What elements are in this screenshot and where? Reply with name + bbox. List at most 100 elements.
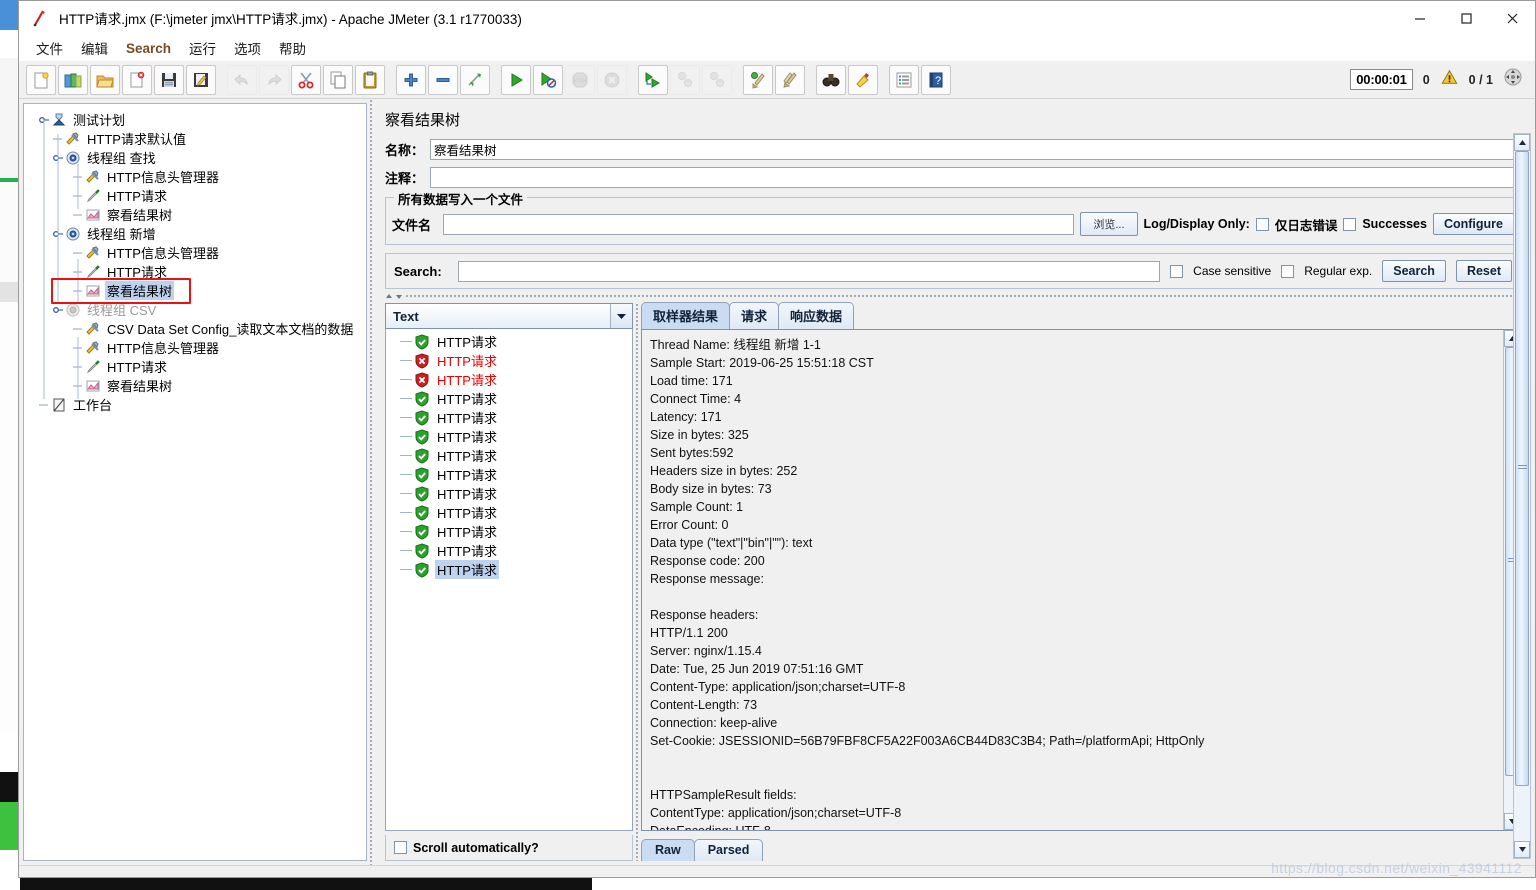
scroll-automatically-checkbox[interactable] (394, 841, 407, 854)
minimize-icon[interactable] (1397, 1, 1443, 35)
scroll-thumb[interactable] (1515, 151, 1529, 786)
tree-expand-handle-icon[interactable] (38, 111, 50, 128)
tree-node[interactable]: HTTP请求 (32, 262, 366, 281)
tree-node[interactable]: 工作台 (32, 395, 366, 414)
toggle-arrows-icon[interactable] (460, 64, 490, 95)
sampler-list-item[interactable]: HTTP请求 (386, 332, 632, 351)
chevron-down-icon[interactable] (610, 304, 632, 328)
browse-button[interactable]: 浏览... (1080, 212, 1138, 236)
tree-node[interactable]: 察看结果树 (32, 376, 366, 395)
tree-node[interactable]: 察看结果树 (32, 205, 366, 224)
tree-node[interactable]: HTTP请求 (32, 357, 366, 376)
search-bar: Search: Case sensitive Regular exp. Sear… (385, 253, 1521, 289)
tree-node[interactable]: HTTP信息头管理器 (32, 338, 366, 357)
broom-green-icon[interactable] (743, 64, 773, 95)
menu-item-help[interactable]: 帮助 (270, 35, 315, 61)
books-icon[interactable] (58, 64, 88, 95)
broom-icon[interactable] (775, 64, 805, 95)
sampler-list-item[interactable]: HTTP请求 (386, 503, 632, 522)
errors-only-checkbox[interactable] (1255, 217, 1269, 231)
minus-icon[interactable] (428, 64, 458, 95)
tree-expand-handle-icon[interactable] (52, 149, 64, 166)
tree-node[interactable]: CSV Data Set Config_读取文本文档的数据 (32, 319, 366, 338)
menu-item-run[interactable]: 运行 (180, 35, 225, 61)
tree-node[interactable]: HTTP信息头管理器 (32, 243, 366, 262)
green-play-nopause-icon[interactable] (533, 64, 563, 95)
sampler-list-item[interactable]: HTTP请求 (386, 389, 632, 408)
sampler-list-item[interactable]: HTTP请求 (386, 408, 632, 427)
case-sensitive-checkbox[interactable] (1170, 264, 1184, 278)
split-divider-results[interactable] (633, 303, 641, 861)
tree-node[interactable]: 察看结果树 (32, 281, 366, 300)
regular-exp-checkbox[interactable] (1281, 264, 1295, 278)
bg-stripe (0, 772, 19, 802)
name-input[interactable]: 察看结果树 (430, 138, 1521, 160)
sampler-list-item[interactable]: HTTP请求 (386, 484, 632, 503)
tree-node[interactable]: HTTP请求默认值 (32, 129, 366, 148)
menu-item-file[interactable]: 文件 (27, 35, 72, 61)
tree-expand-handle-icon[interactable] (52, 225, 64, 242)
open-folder-icon[interactable] (90, 64, 120, 95)
configure-button[interactable]: Configure (1432, 213, 1514, 235)
tab-1[interactable]: 取样器结果 (641, 302, 731, 329)
sampler-list-item[interactable]: HTTP请求 (386, 560, 632, 579)
sampler-list-item[interactable]: HTTP请求 (386, 370, 632, 389)
sampler-results-list[interactable]: HTTP请求 HTTP请求 HTTP请求 HTTP请求 HTTP请求 HTTP请求 HTTP… (385, 329, 633, 831)
sampler-list-item[interactable]: HTTP请求 (386, 351, 632, 370)
search-button[interactable]: Search (1382, 260, 1446, 282)
tab-1[interactable]: Raw (641, 839, 695, 861)
close-icon[interactable] (1489, 1, 1535, 35)
tab-2[interactable]: Parsed (693, 839, 764, 861)
floppy-disk-icon[interactable] (154, 64, 184, 95)
comment-input[interactable] (430, 166, 1521, 188)
renderer-combo[interactable]: Text (385, 303, 633, 329)
tree-node[interactable]: HTTP信息头管理器 (32, 167, 366, 186)
tree-node[interactable]: 线程组 查找 (32, 148, 366, 167)
maximize-icon[interactable] (1443, 1, 1489, 35)
sub-split-handle[interactable] (385, 291, 1521, 301)
tree-node[interactable]: 线程组 CSV (32, 300, 366, 319)
menu-item-edit[interactable]: 编辑 (72, 35, 117, 61)
menu-item-search[interactable]: Search (117, 38, 180, 59)
split-divider-vertical[interactable] (367, 99, 375, 865)
successes-checkbox[interactable] (1343, 217, 1357, 231)
scissors-icon[interactable] (291, 64, 321, 95)
toolbar-group-file (25, 64, 217, 95)
blue-help-book-icon[interactable]: ? (921, 64, 951, 95)
resize-handle-icon[interactable] (1503, 67, 1523, 92)
sampler-list-item[interactable]: HTTP请求 (386, 427, 632, 446)
tree-node[interactable]: 测试计划 (32, 110, 366, 129)
sampler-list-item[interactable]: HTTP请求 (386, 522, 632, 541)
close-document-icon[interactable] (122, 64, 152, 95)
test-plan-tree-panel[interactable]: 测试计划 HTTP请求默认值 线程组 查找 HTTP信息头管理器 HTTP请求 察看结果树… (23, 103, 367, 861)
search-input[interactable] (457, 260, 1161, 282)
tab-2[interactable]: 请求 (729, 302, 780, 329)
binoculars-icon[interactable] (816, 64, 846, 95)
tree-branch-icon (72, 358, 84, 375)
sampler-list-item[interactable]: HTTP请求 (386, 541, 632, 560)
green-play-icon[interactable] (501, 64, 531, 95)
reset-button[interactable]: Reset (1455, 260, 1512, 282)
scroll-up-icon[interactable] (1514, 134, 1530, 151)
clipboard-icon[interactable] (355, 64, 385, 95)
sampler-result-text: Thread Name: 线程组 新增 1-1 Sample Start: 20… (650, 338, 1205, 830)
new-document-icon[interactable] (26, 64, 56, 95)
duster-icon[interactable] (848, 64, 878, 95)
tree-expand-handle-icon[interactable] (52, 301, 64, 318)
remote-start-icon[interactable] (638, 64, 668, 95)
save-as-pencil-icon[interactable] (186, 64, 216, 95)
sampler-list-item[interactable]: HTTP请求 (386, 446, 632, 465)
scroll-down-icon[interactable] (1514, 841, 1530, 858)
warning-triangle-icon[interactable] (1440, 68, 1459, 91)
scroll-track[interactable] (1514, 151, 1530, 841)
tree-node[interactable]: HTTP请求 (32, 186, 366, 205)
plus-icon[interactable] (396, 64, 426, 95)
tab-3[interactable]: 响应数据 (778, 302, 855, 329)
copy-pages-icon[interactable] (323, 64, 353, 95)
list-properties-icon[interactable] (889, 64, 919, 95)
config-panel-scrollbar[interactable] (1513, 133, 1531, 859)
tree-node[interactable]: 线程组 新增 (32, 224, 366, 243)
filename-input[interactable] (443, 213, 1075, 235)
menu-item-options[interactable]: 选项 (225, 35, 270, 61)
sampler-list-item[interactable]: HTTP请求 (386, 465, 632, 484)
